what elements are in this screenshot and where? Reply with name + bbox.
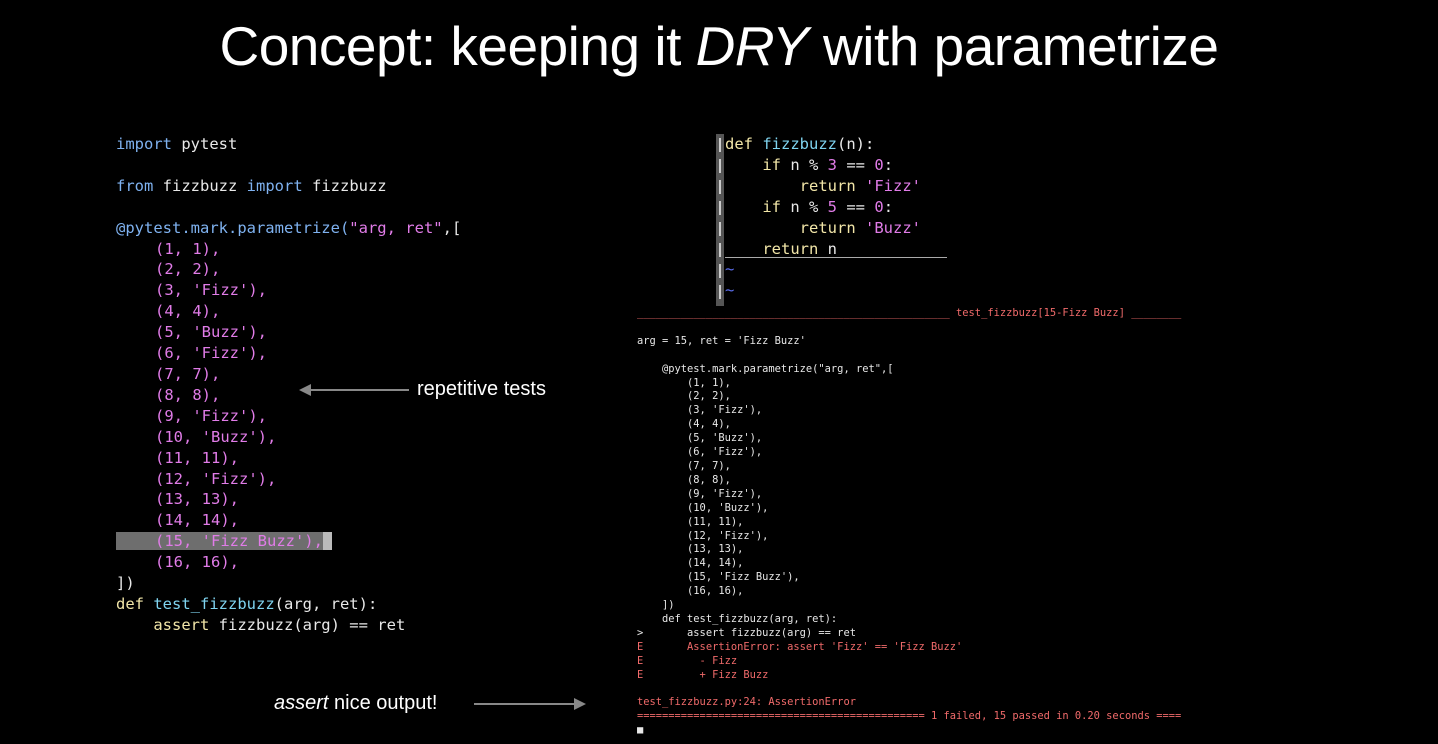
- vim-if-keyword: if: [762, 155, 781, 174]
- vim-if-keyword: if: [762, 197, 781, 216]
- vim-gutter: [716, 134, 724, 306]
- test-header-rule: ________________________________________…: [637, 307, 1182, 319]
- terminal-param: (16, 16),: [637, 585, 744, 598]
- param-line: (11, 11),: [155, 448, 239, 467]
- list-close: ]): [116, 574, 135, 593]
- vim-function-name: fizzbuzz: [762, 135, 837, 153]
- error-location: test_fizzbuzz.py:24: AssertionError: [637, 696, 856, 709]
- terminal-decorator: @pytest.mark.parametrize("arg, ret",[: [637, 362, 894, 375]
- terminal-param: (15, 'Fizz Buzz'),: [637, 571, 800, 584]
- terminal-param: (10, 'Buzz'),: [637, 501, 769, 514]
- param-line: (2, 2),: [155, 260, 221, 279]
- terminal-param: (5, 'Buzz'),: [637, 432, 763, 445]
- terminal-close: ]): [637, 599, 675, 612]
- terminal-param: (7, 7),: [637, 459, 731, 472]
- decorator-tail: ,[: [442, 218, 462, 237]
- test-summary: ========================================…: [637, 710, 1182, 723]
- test-function-args: (arg, ret):: [274, 594, 378, 613]
- vim-empty-line-marker: ~: [725, 281, 735, 300]
- param-line: (8, 8),: [155, 385, 221, 404]
- vim-return-keyword: return: [799, 176, 856, 195]
- import-module: pytest: [172, 135, 238, 153]
- diff-minus-line: E - Fizz: [637, 654, 738, 667]
- from-import-keyword: import: [246, 176, 303, 195]
- terminal-param: (2, 2),: [637, 390, 731, 403]
- title-suffix: with parametrize: [808, 15, 1219, 77]
- terminal-def-line: def test_fizzbuzz(arg, ret):: [637, 612, 838, 625]
- terminal-param: (14, 14),: [637, 557, 744, 570]
- assertion-error-line: E AssertionError: assert 'Fizz' == 'Fizz…: [637, 640, 963, 653]
- terminal-param: (8, 8),: [637, 473, 731, 486]
- vim-return-keyword: return: [799, 218, 856, 237]
- slide-title: Concept: keeping it DRY with parametrize: [0, 14, 1438, 78]
- vim-code: def fizzbuzz(n): if n % 3 == 0: return '…: [725, 135, 921, 300]
- decorator-name: @pytest.mark.parametrize(: [116, 218, 350, 237]
- assert-expression: fizzbuzz(arg) == ret: [209, 615, 406, 634]
- from-name: fizzbuzz: [302, 176, 387, 195]
- param-line: (12, 'Fizz'),: [155, 469, 277, 488]
- param-line: (6, 'Fizz'),: [155, 344, 267, 363]
- arg-line: arg = 15, ret = 'Fizz Buzz': [637, 334, 806, 347]
- param-line: (9, 'Fizz'),: [155, 406, 267, 425]
- vim-def-keyword: def: [725, 135, 753, 153]
- terminal-param: (11, 11),: [637, 515, 744, 528]
- terminal-param: (12, 'Fizz'),: [637, 529, 769, 542]
- arrow-right-shaft: [474, 703, 574, 705]
- from-module: fizzbuzz: [153, 176, 247, 195]
- terminal-param: (1, 1),: [637, 376, 731, 389]
- param-line: (16, 16),: [155, 553, 239, 572]
- from-keyword: from: [116, 176, 154, 195]
- terminal-param: (9, 'Fizz'),: [637, 487, 763, 500]
- arrow-right-icon: [574, 698, 586, 710]
- terminal-param: (4, 4),: [637, 418, 731, 431]
- param-line: (5, 'Buzz'),: [155, 323, 267, 342]
- terminal-param: (13, 13),: [637, 543, 744, 556]
- vim-divider: [725, 257, 947, 258]
- param-line: (13, 13),: [155, 490, 239, 509]
- test-function-name: test_fizzbuzz: [144, 594, 275, 613]
- vim-return-keyword: return: [762, 239, 819, 258]
- terminal-assert-line: > assert fizzbuzz(arg) == ret: [637, 626, 856, 639]
- left-code-block: import pytest from fizzbuzz import fizzb…: [116, 134, 461, 636]
- repetitive-tests-label: repetitive tests: [417, 378, 546, 400]
- terminal-param: (3, 'Fizz'),: [637, 404, 763, 417]
- terminal-param: (6, 'Fizz'),: [637, 446, 763, 459]
- param-line: (10, 'Buzz'),: [155, 427, 277, 446]
- title-prefix: Concept: keeping it: [219, 15, 696, 77]
- def-keyword: def: [116, 594, 144, 613]
- terminal-output: ________________________________________…: [637, 307, 1181, 738]
- param-line: (3, 'Fizz'),: [155, 281, 267, 300]
- import-keyword: import: [116, 135, 172, 153]
- title-emphasis: DRY: [695, 15, 809, 77]
- editor-cursor: [322, 532, 333, 551]
- terminal-cursor: ■: [637, 724, 644, 737]
- param-line: (7, 7),: [155, 364, 221, 383]
- highlighted-param-line: (15, 'Fizz Buzz'),: [116, 532, 323, 551]
- diff-plus-line: E + Fizz Buzz: [637, 668, 769, 681]
- param-line: (14, 14),: [155, 511, 239, 530]
- decorator-args: "arg, ret": [349, 218, 443, 237]
- param-line: (4, 4),: [155, 302, 221, 321]
- vim-empty-line-marker: ~: [725, 260, 735, 279]
- arrow-left-shaft: [310, 389, 409, 391]
- param-line: (1, 1),: [155, 239, 221, 258]
- assert-rest-text: nice output!: [328, 692, 438, 714]
- assert-nice-output-label: assert nice output!: [274, 692, 437, 715]
- assert-italic-word: assert: [274, 692, 329, 714]
- param-line-selected: (15, 'Fizz Buzz'),: [155, 532, 323, 551]
- assert-keyword: assert: [116, 615, 210, 634]
